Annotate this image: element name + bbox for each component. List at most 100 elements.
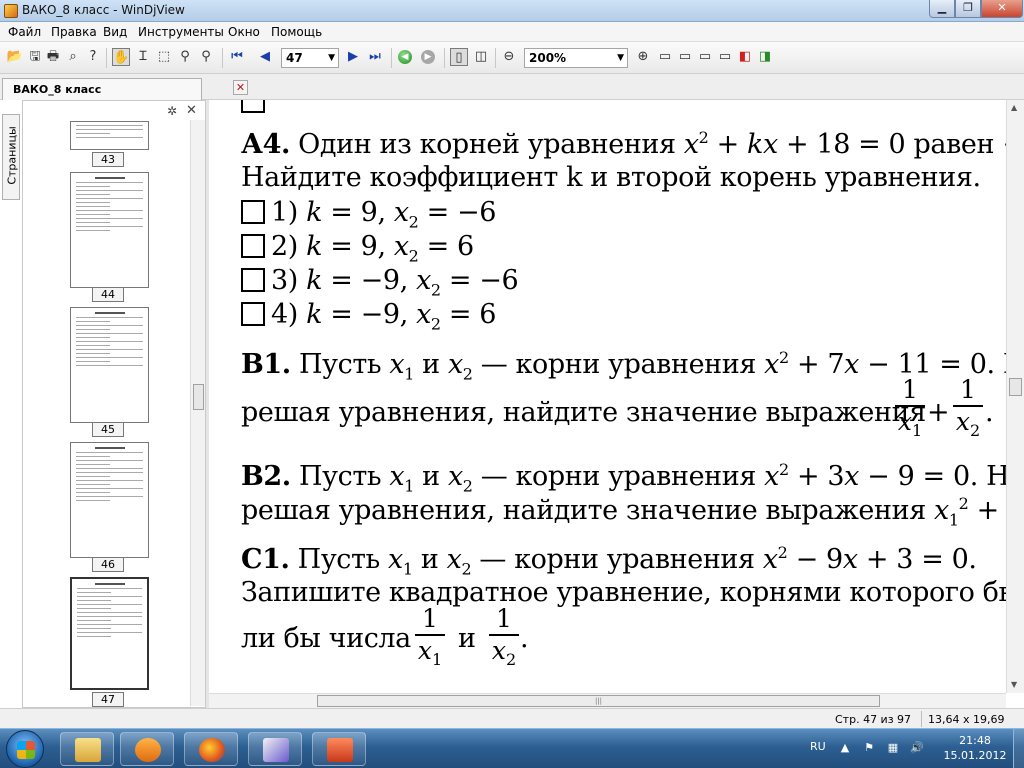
answer-option-4: 4) k = −9, x2 = 6 — [241, 299, 496, 333]
windjview-icon — [263, 738, 289, 762]
page-thumbnail-current[interactable] — [70, 577, 149, 690]
hand-tool-icon[interactable]: ✋ — [112, 48, 130, 66]
status-separator — [921, 711, 922, 727]
language-indicator[interactable]: RU — [810, 740, 826, 753]
page-number-label: 44 — [92, 287, 124, 302]
page-number-label: 45 — [92, 422, 124, 437]
page-info: Стр. 47 из 97 — [835, 713, 912, 726]
previous-page-icon[interactable]: ◀ — [256, 48, 274, 66]
page-thumbnail[interactable] — [70, 307, 149, 423]
page-thumbnail[interactable] — [70, 172, 149, 288]
taskbar-firefox[interactable] — [184, 732, 238, 766]
open-icon[interactable]: 📂 — [6, 48, 24, 66]
scrollbar-thumb[interactable]: ||| — [317, 695, 880, 707]
display-mode-alt-icon[interactable]: ◨ — [756, 48, 774, 66]
print-icon[interactable]: 🖶 — [44, 48, 62, 66]
document-vertical-scrollbar[interactable]: ▲ ▼ — [1006, 100, 1024, 693]
text-select-icon[interactable]: Ɪ — [134, 48, 152, 66]
answer-checkbox — [241, 268, 265, 292]
display-mode-icon[interactable]: ◧ — [736, 48, 754, 66]
menu-file[interactable]: Файл — [8, 25, 41, 39]
minimize-button[interactable]: ▁ — [929, 0, 955, 18]
menu-edit[interactable]: Правка — [51, 25, 97, 39]
start-button[interactable] — [6, 730, 44, 768]
fraction-1-over-x1: 1 x1 — [415, 605, 445, 674]
tray-expand-icon[interactable]: ▲ — [838, 741, 852, 755]
gear-icon[interactable]: ✲ — [167, 104, 177, 118]
document-horizontal-scrollbar[interactable]: ||| — [209, 693, 1006, 708]
scroll-down-icon[interactable]: ▼ — [1011, 680, 1017, 689]
tray-clock[interactable]: 21:48 15.01.2012 — [940, 733, 1010, 763]
fit-width-icon[interactable]: ▭ — [676, 48, 694, 66]
answer-checkbox — [241, 200, 265, 224]
back-icon[interactable]: ◀ — [398, 50, 412, 64]
toolbar-separator — [222, 48, 223, 68]
zoom-in-icon[interactable]: ⊕ — [634, 48, 652, 66]
toolbar: 📂 🖫 🖶 ⌕ ? ✋ Ɪ ⬚ ⚲ ⚲ ⏮ ◀ 47 ▼ ▶ ⏭ ◀ ▶ ▯ ◫… — [0, 42, 1024, 74]
page-number-label: 47 — [92, 692, 124, 707]
zoom-combo[interactable]: 200% ▼ — [524, 48, 628, 68]
fit-page-icon[interactable]: ▭ — [656, 48, 674, 66]
help-icon[interactable]: ? — [84, 48, 102, 66]
rect-select-icon[interactable]: ⬚ — [155, 48, 173, 66]
app-icon[interactable] — [4, 4, 18, 18]
actual-size-icon[interactable]: ▭ — [696, 48, 714, 66]
action-center-icon[interactable]: ⚑ — [862, 741, 876, 755]
document-view[interactable]: А4. Один из корней уравнения x2 + kx + 1… — [209, 100, 1006, 693]
sidebar-tab-pages[interactable]: Страницы — [2, 114, 20, 200]
forward-icon[interactable]: ▶ — [421, 50, 435, 64]
volume-icon[interactable]: 🔊 — [910, 741, 924, 755]
scrollbar-thumb[interactable] — [193, 384, 204, 410]
scrollbar-thumb[interactable] — [1009, 378, 1022, 396]
fraction-1-over-x2: 1 x2 — [489, 605, 519, 674]
page-number-value: 47 — [286, 51, 303, 65]
panel-header: ✲ ✕ — [23, 101, 205, 121]
scroll-up-icon[interactable]: ▲ — [1011, 103, 1017, 112]
network-icon[interactable]: ▦ — [886, 741, 900, 755]
tab-document[interactable]: ВАКО_8 класс — [2, 78, 202, 100]
page-number-label: 43 — [92, 152, 124, 167]
answer-option-1: 1) k = 9, x2 = −6 — [241, 197, 496, 231]
first-page-icon[interactable]: ⏮ — [228, 48, 246, 66]
folder-icon — [75, 738, 101, 762]
page-number-combo[interactable]: 47 ▼ — [281, 48, 339, 68]
taskbar-windjview[interactable] — [248, 732, 302, 766]
zoom-rect-icon[interactable]: ⚲ — [197, 48, 215, 66]
plus-sign: + — [927, 397, 950, 428]
close-window-button[interactable]: ✕ — [981, 0, 1023, 18]
task-c1-line2: Запишите квадратное уравнение, корнями к… — [241, 577, 1006, 608]
toolbar-separator — [495, 48, 496, 68]
restore-button[interactable]: ❐ — [955, 0, 981, 18]
single-page-icon[interactable]: ▯ — [450, 48, 468, 66]
page-number-label: 46 — [92, 557, 124, 572]
zoom-out-icon[interactable]: ⊖ — [500, 48, 518, 66]
page-thumbnail[interactable] — [70, 121, 149, 150]
page-thumbnail[interactable] — [70, 442, 149, 558]
facing-pages-icon[interactable]: ◫ — [472, 48, 490, 66]
taskbar-explorer[interactable] — [60, 732, 114, 766]
menu-view[interactable]: Вид — [103, 25, 127, 39]
sidebar-tab-label: Страницы — [5, 126, 19, 185]
zoom-icon[interactable]: ⚲ — [176, 48, 194, 66]
next-page-icon[interactable]: ▶ — [344, 48, 362, 66]
task-c1-and: и — [458, 623, 476, 654]
thumbnails-scrollbar[interactable] — [190, 120, 205, 706]
close-panel-icon[interactable]: ✕ — [186, 103, 197, 118]
answer-checkbox — [241, 302, 265, 326]
task-b2-line1: В2. Пусть x1 и x2 — корни уравнения x2 +… — [241, 460, 1006, 496]
status-bar: Стр. 47 из 97 13,64 x 19,69 cm — [0, 708, 1024, 739]
taskbar-powerpoint[interactable] — [312, 732, 366, 766]
close-tab-icon[interactable]: ✕ — [233, 80, 248, 95]
menu-help[interactable]: Помощь — [271, 25, 322, 39]
menu-window[interactable]: Окно — [228, 25, 260, 39]
windows-logo-icon — [17, 741, 35, 759]
fraction-1-over-x2: 1 x2 — [953, 376, 983, 445]
find-icon[interactable]: ⌕ — [64, 48, 82, 66]
period: . — [520, 623, 529, 654]
save-icon[interactable]: 🖫 — [26, 48, 44, 66]
taskbar-media-player[interactable] — [120, 732, 174, 766]
last-page-icon[interactable]: ⏭ — [366, 48, 384, 66]
show-desktop-button[interactable] — [1013, 729, 1024, 768]
stretch-icon[interactable]: ▭ — [716, 48, 734, 66]
menu-tools[interactable]: Инструменты — [138, 25, 224, 39]
